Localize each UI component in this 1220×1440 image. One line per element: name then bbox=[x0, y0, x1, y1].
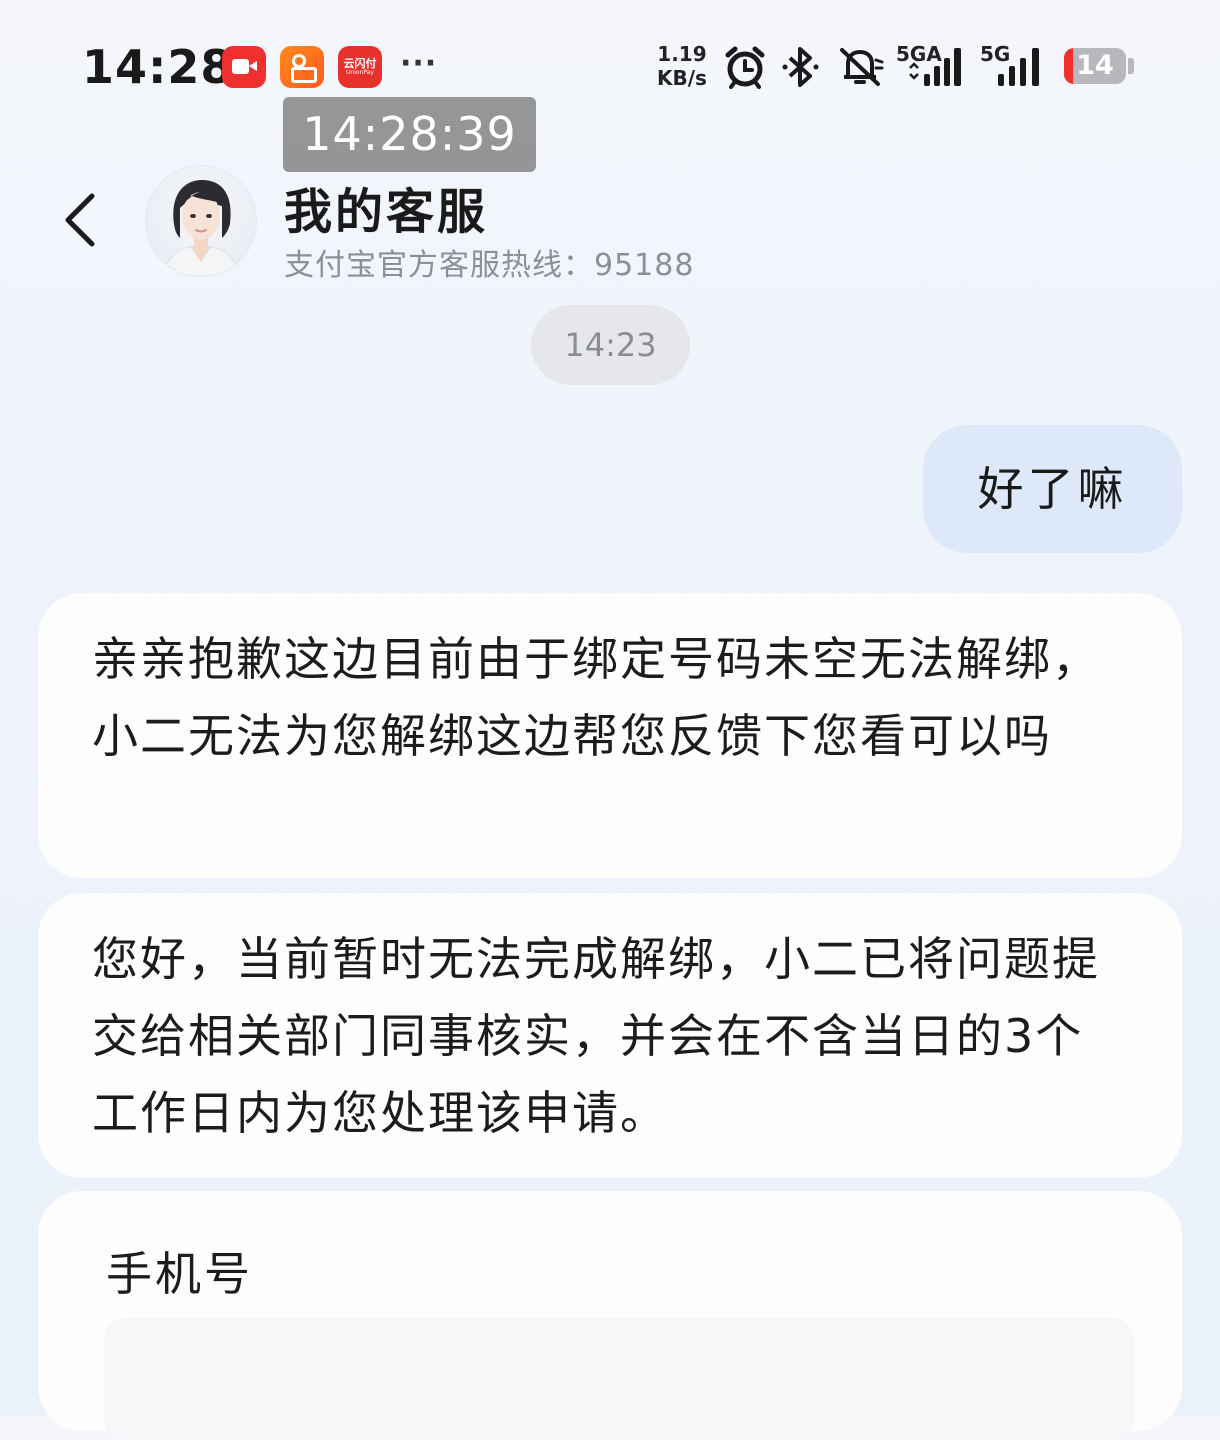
battery-icon: 14 bbox=[1064, 48, 1126, 84]
battery-tip bbox=[1128, 58, 1134, 74]
status-time: 14:28 bbox=[82, 40, 234, 94]
network-speed: 1.19 KB/s bbox=[657, 42, 707, 90]
mute-bell-icon bbox=[840, 48, 884, 86]
phone-field-label: 手机号 bbox=[106, 1247, 253, 1301]
agent-message-bubble[interactable]: 您好，当前暂时无法完成解绑，小二已将问题提交给相关部门同事核实，并会在不含当日的… bbox=[38, 893, 1182, 1178]
video-app-icon bbox=[222, 46, 266, 88]
yunshanfu-app-icon: 云闪付 UnionPay bbox=[338, 46, 382, 88]
user-message-bubble[interactable]: 好了嘛 bbox=[923, 425, 1182, 553]
message-timestamp: 14:23 bbox=[531, 305, 690, 385]
network-speed-value: 1.19 bbox=[657, 42, 707, 66]
hotline-subtitle: 支付宝官方客服热线：95188 bbox=[284, 248, 695, 283]
phone-number-input[interactable] bbox=[104, 1318, 1134, 1440]
more-notifications-icon: ··· bbox=[400, 46, 438, 81]
alarm-icon bbox=[725, 46, 765, 89]
bluetooth-icon bbox=[782, 47, 819, 87]
signal-strength-icon-2 bbox=[998, 48, 1039, 86]
agent-avatar-image bbox=[163, 180, 239, 276]
screenshot-timestamp-overlay: 14:28:39 bbox=[283, 97, 536, 172]
back-button[interactable] bbox=[58, 190, 108, 250]
kuaishou-app-icon bbox=[280, 46, 324, 88]
yunshanfu-logo-subtext: UnionPay bbox=[346, 69, 374, 76]
agent-avatar[interactable] bbox=[146, 166, 256, 276]
battery-percentage: 14 bbox=[1076, 50, 1114, 81]
agent-message-bubble[interactable]: 亲亲抱歉这边目前由于绑定号码未空无法解绑，小二无法为您解绑这边帮您反馈下您看可以… bbox=[38, 593, 1182, 878]
network-speed-unit: KB/s bbox=[657, 66, 707, 90]
chevron-left-icon bbox=[65, 193, 95, 247]
chat-title: 我的客服 bbox=[284, 184, 489, 240]
signal-strength-icon-1 bbox=[909, 48, 961, 86]
